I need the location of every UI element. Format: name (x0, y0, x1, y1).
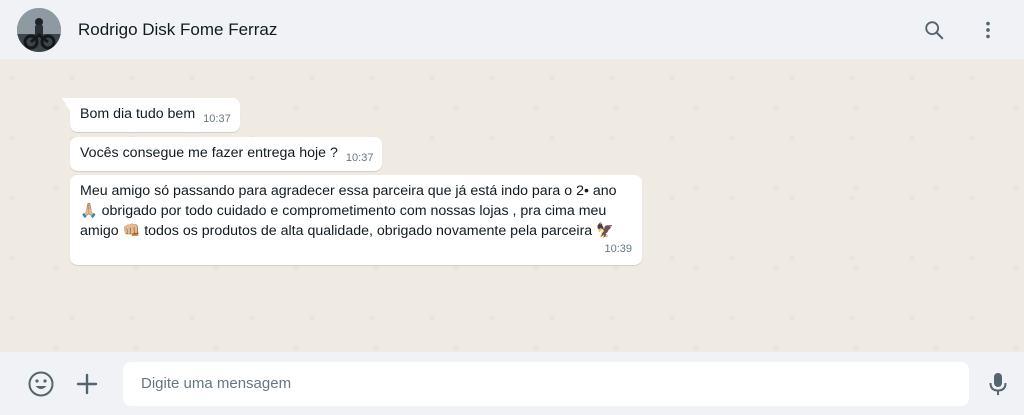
message-bubble[interactable]: Meu amigo só passando para agradecer ess… (70, 175, 642, 265)
contact-avatar[interactable] (17, 7, 61, 52)
message-time: 10:37 (345, 152, 374, 164)
message-time: 10:37 (203, 113, 231, 125)
motorcycle-rider-avatar-icon (17, 7, 61, 52)
message-text: Bom dia tudo bem (80, 106, 196, 122)
mic-icon (989, 372, 1007, 395)
plus-icon (76, 373, 98, 394)
chat-header: Rodrigo Disk Fome Ferraz (0, 0, 1024, 60)
message-list[interactable]: Bom dia tudo bem 10:37 Vocês consegue me … (0, 60, 1024, 352)
menu-button[interactable] (972, 14, 1004, 46)
attach-button[interactable] (71, 368, 103, 400)
message-time: 10:39 (604, 243, 632, 255)
message-composer (0, 352, 1024, 415)
search-icon (925, 20, 944, 39)
message-text: Meu amigo só passando para agradecer ess… (80, 183, 617, 239)
search-button[interactable] (918, 14, 950, 46)
message-input[interactable] (123, 361, 969, 406)
emoji-icon (28, 371, 54, 396)
message-bubble[interactable]: Bom dia tudo bem 10:37 (62, 98, 240, 132)
message-bubble[interactable]: Vocês consegue me fazer entrega hoje ? 10… (70, 137, 383, 171)
emoji-button[interactable] (25, 368, 57, 400)
contact-name[interactable]: Rodrigo Disk Fome Ferraz (78, 20, 277, 40)
kebab-menu-icon (986, 21, 990, 38)
mic-button[interactable] (982, 368, 1014, 400)
message-text: Vocês consegue me fazer entrega hoje ? (80, 145, 338, 161)
